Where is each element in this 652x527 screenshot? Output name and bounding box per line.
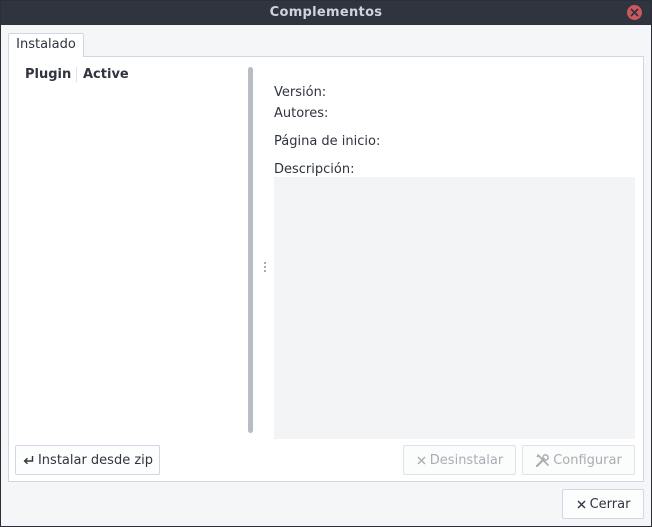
close-label: Cerrar [589,496,631,512]
tab-instalado[interactable]: Instalado [8,33,84,57]
authors-label: Autores: [274,106,329,121]
tab-panel-instalado: Plugin Active Versión: Autores: Página d… [8,56,644,482]
plugin-list-scrollbar[interactable] [248,67,253,433]
x-icon [576,499,587,510]
install-from-zip-label: Instalar desde zip [37,452,154,468]
column-header-plugin[interactable]: Plugin [24,67,77,82]
plugins-dialog: Complementos Instalado Plugin Active Ver… [0,0,652,527]
title-bar[interactable]: Complementos [1,1,651,25]
close-icon [630,8,639,17]
description-text-area[interactable] [274,177,635,439]
window-title: Complementos [269,5,383,20]
close-button[interactable]: Cerrar [562,489,644,519]
version-label: Versión: [274,85,327,100]
column-header-active[interactable]: Active [77,67,129,82]
plugin-list-header: Plugin Active [24,67,129,82]
uninstall-button[interactable]: Desinstalar [403,445,516,475]
enter-arrow-icon [22,454,35,466]
install-from-zip-button[interactable]: Instalar desde zip [15,445,160,475]
uninstall-label: Desinstalar [429,452,504,468]
configure-button[interactable]: Configurar [522,445,635,475]
pane-resize-handle[interactable] [264,262,267,276]
homepage-label: Página de inicio: [274,134,381,149]
configure-label: Configurar [553,452,622,468]
tools-icon [535,453,550,468]
description-label: Descripción: [274,162,355,177]
window-close-button[interactable] [627,5,642,20]
x-icon [416,455,427,466]
